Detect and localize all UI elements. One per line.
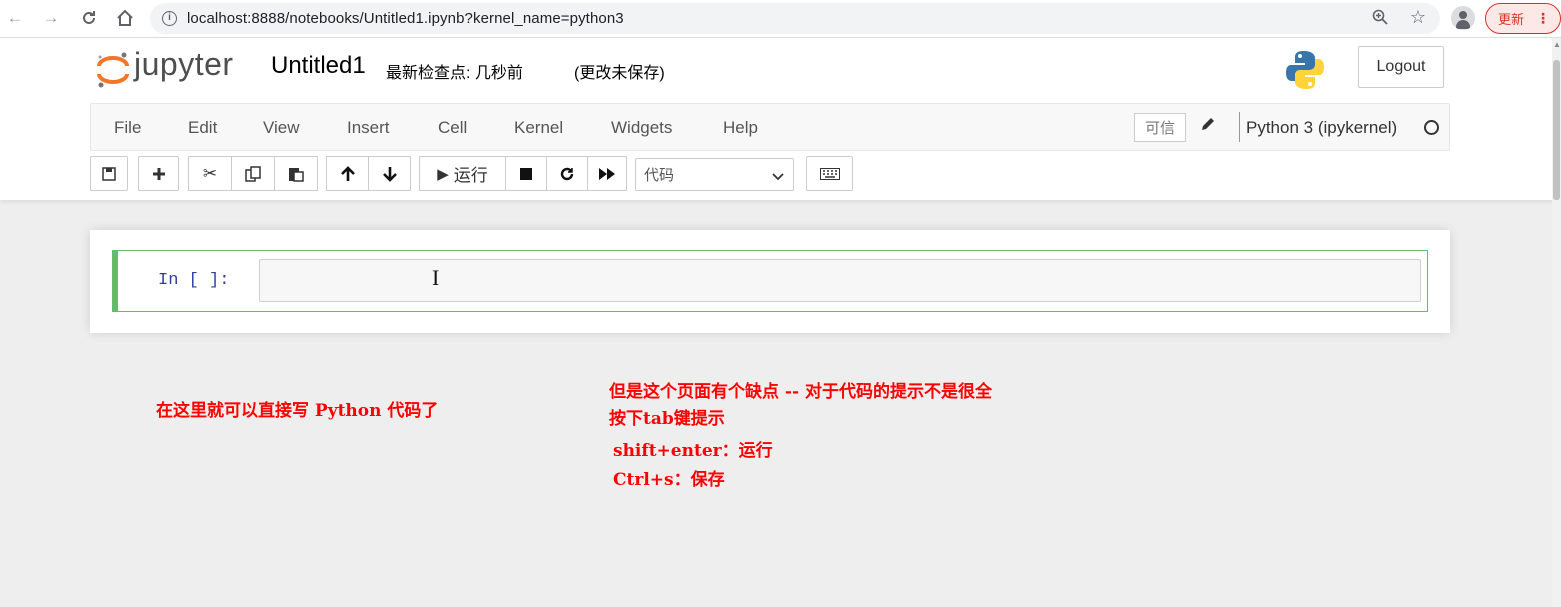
kernel-name[interactable]: Python 3 (ipykernel) — [1246, 118, 1397, 138]
play-icon: ▶ — [437, 165, 449, 183]
edit-mode-pencil-icon — [1200, 116, 1216, 137]
move-down-button[interactable] — [368, 156, 411, 191]
home-icon[interactable] — [114, 7, 136, 29]
url-text: localhost:8888/notebooks/Untitled1.ipynb… — [187, 10, 624, 27]
back-arrow-icon[interactable]: ← — [4, 7, 26, 29]
insert-cell-button[interactable] — [138, 156, 179, 191]
notebook-title[interactable]: Untitled1 — [271, 52, 366, 80]
python-logo-icon — [1283, 48, 1327, 92]
bookmark-star-icon[interactable]: ☆ — [1410, 7, 1426, 28]
menu-view[interactable]: View — [263, 118, 300, 138]
restart-run-all-button[interactable] — [587, 156, 627, 191]
menu-widgets[interactable]: Widgets — [611, 118, 672, 138]
arrow-up-icon — [340, 165, 355, 181]
zoom-icon[interactable] — [1372, 9, 1388, 29]
paste-icon — [289, 167, 304, 182]
menu-cell[interactable]: Cell — [438, 118, 467, 138]
address-bar[interactable]: i localhost:8888/notebooks/Untitled1.ipy… — [150, 3, 1440, 34]
notebook-container: In [ ]: I — [90, 230, 1450, 333]
update-label: 更新 — [1498, 12, 1525, 27]
annotation-tab-hint: 按下tab键提示 — [609, 409, 725, 429]
restart-kernel-button[interactable] — [546, 156, 588, 191]
stop-icon — [520, 167, 532, 180]
cut-button[interactable]: ✂ — [188, 156, 232, 191]
code-cell[interactable]: In [ ]: I — [112, 250, 1428, 312]
forward-arrow-icon[interactable]: → — [40, 7, 62, 29]
command-palette-button[interactable] — [806, 156, 853, 191]
reload-icon[interactable] — [78, 7, 100, 29]
keyboard-icon — [819, 167, 840, 180]
input-prompt: In [ ]: — [158, 271, 230, 290]
save-icon — [102, 166, 116, 181]
copy-button[interactable] — [231, 156, 275, 191]
jupyter-header: jupyter Untitled1 最新检查点: 几秒前 (更改未保存) Log… — [0, 38, 1561, 200]
scrollbar-thumb[interactable] — [1553, 60, 1560, 200]
restart-icon — [560, 167, 574, 180]
fast-forward-icon — [599, 167, 615, 180]
logout-button[interactable]: Logout — [1358, 46, 1444, 88]
save-button[interactable] — [90, 156, 128, 191]
chevron-down-icon — [771, 166, 785, 186]
site-info-icon[interactable]: i — [162, 11, 177, 26]
run-button[interactable]: ▶ 运行 — [419, 156, 506, 191]
cell-type-value: 代码 — [644, 167, 675, 184]
move-up-button[interactable] — [326, 156, 369, 191]
more-menu-icon: ⋮ — [1536, 10, 1551, 26]
plus-icon — [152, 167, 165, 180]
menu-kernel[interactable]: Kernel — [514, 118, 563, 138]
paste-button[interactable] — [274, 156, 318, 191]
jupyter-logo-text: jupyter — [134, 46, 234, 82]
menu-help[interactable]: Help — [723, 118, 758, 138]
profile-avatar-icon[interactable] — [1451, 6, 1475, 30]
kernel-idle-icon — [1424, 120, 1439, 135]
copy-icon — [245, 165, 261, 182]
annotation-drawback: 但是这个页面有个缺点 -- 对于代码的提示不是很全 — [609, 382, 992, 402]
annotation-write-python: 在这里就可以直接写 Python 代码了 — [156, 401, 439, 421]
browser-update-button[interactable]: 更新 ⋮ — [1485, 3, 1561, 34]
scissors-icon: ✂ — [202, 163, 218, 183]
arrow-down-icon — [382, 166, 397, 182]
cell-type-select[interactable]: 代码 — [635, 158, 794, 191]
interrupt-kernel-button[interactable] — [505, 156, 547, 191]
menu-bar: File Edit View Insert Cell Kernel Widget… — [90, 103, 1450, 151]
menu-file[interactable]: File — [114, 118, 141, 138]
trusted-indicator[interactable]: 可信 — [1134, 113, 1186, 142]
kernel-divider — [1239, 112, 1240, 142]
scroll-up-icon[interactable]: ▲ — [1553, 40, 1561, 49]
text-cursor-icon: I — [432, 265, 440, 290]
menu-edit[interactable]: Edit — [188, 118, 217, 138]
autosave-status: (更改未保存) — [574, 65, 665, 82]
menu-insert[interactable]: Insert — [347, 118, 390, 138]
browser-toolbar: ← → i localhost:8888/notebooks/Untitled1… — [0, 0, 1561, 38]
code-input-area[interactable]: I — [259, 259, 1421, 302]
checkpoint-status: 最新检查点: 几秒前 — [386, 65, 523, 82]
annotation-shift-enter: shift+enter：运行 — [613, 441, 773, 461]
annotation-ctrl-s: Ctrl+s：保存 — [613, 470, 725, 490]
run-label: 运行 — [453, 166, 488, 185]
